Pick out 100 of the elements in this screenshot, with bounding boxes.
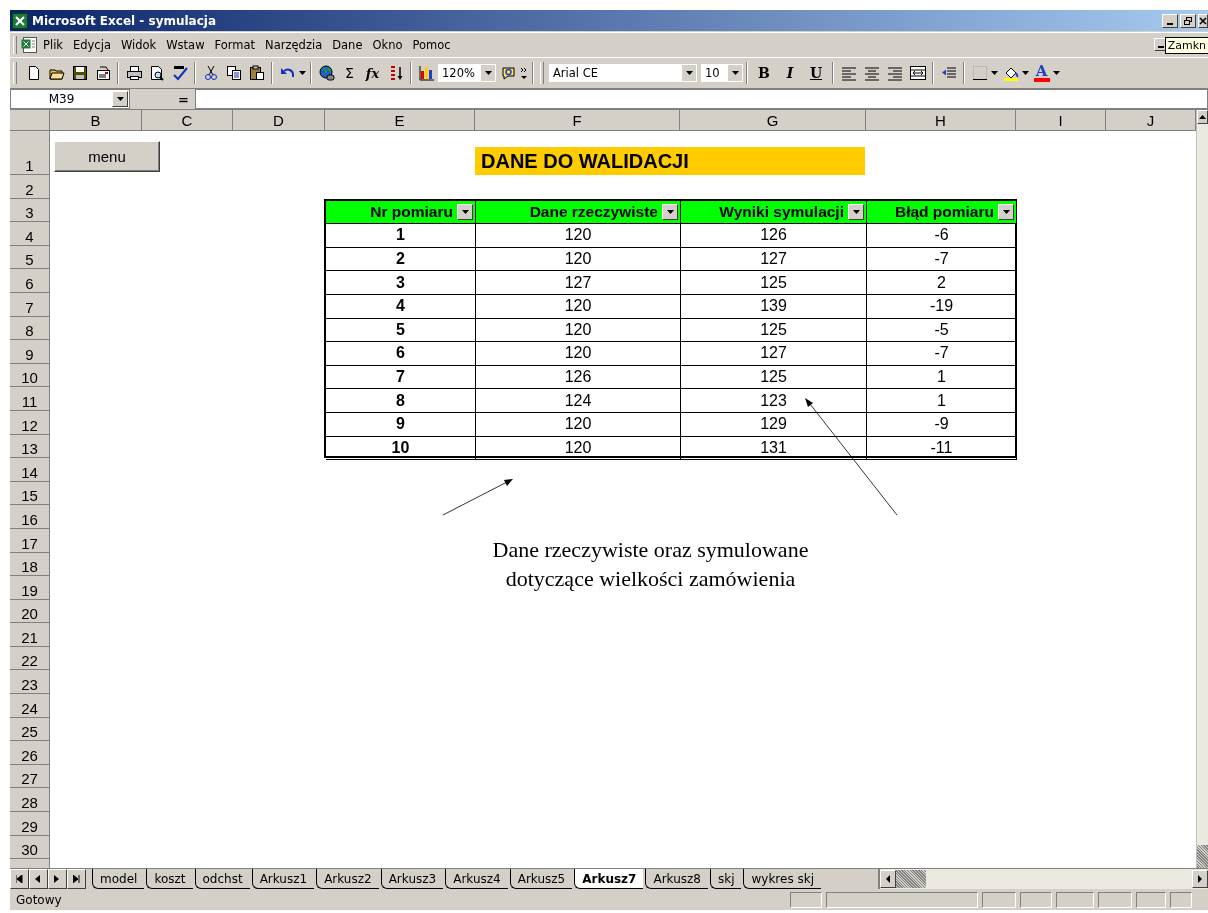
sheet-tab[interactable]: Arkusz7	[574, 869, 644, 889]
row-header[interactable]: 25	[10, 717, 50, 742]
name-box[interactable]: M39	[10, 89, 130, 109]
menu-item[interactable]: Wstaw	[161, 36, 210, 54]
mail-recipient-icon	[94, 65, 111, 81]
column-header[interactable]: F	[475, 110, 680, 131]
row-header[interactable]: 21	[10, 623, 50, 647]
row-header[interactable]: 1	[10, 131, 50, 175]
column-header[interactable]: B	[50, 110, 142, 131]
row-header[interactable]: 15	[10, 481, 50, 506]
row-header[interactable]: 5	[10, 245, 50, 270]
column-header[interactable]: E	[325, 110, 475, 131]
row-header[interactable]: 13	[10, 434, 50, 459]
menu-item[interactable]: Pomoc	[407, 36, 456, 54]
filter-dropdown-button[interactable]	[457, 203, 473, 220]
minimize-button[interactable]	[1162, 13, 1178, 28]
horizontal-scrollbar[interactable]	[878, 869, 1208, 889]
sheet-tab[interactable]: Arkusz3	[380, 869, 444, 889]
sheet-tab[interactable]: skj	[709, 869, 742, 889]
row-header[interactable]: 9	[10, 340, 50, 364]
caret-icon[interactable]	[991, 71, 998, 75]
row-header[interactable]: 28	[10, 788, 50, 813]
row-header[interactable]: 24	[10, 694, 50, 718]
menu-item[interactable]: Dane	[327, 36, 368, 54]
menu-item[interactable]: Widok	[115, 36, 162, 54]
column-header[interactable]: H	[866, 110, 1016, 131]
autosum-button[interactable]: Σ	[338, 62, 361, 84]
scroll-thumb[interactable]	[896, 870, 926, 888]
row-header[interactable]: 7	[10, 292, 50, 317]
menu-item[interactable]: Okno	[367, 36, 408, 54]
font-size-combo[interactable]: 10	[701, 64, 743, 82]
menu-item[interactable]: Format	[209, 36, 261, 54]
sheet-tab[interactable]: wykres skj	[743, 869, 821, 889]
row-header[interactable]: 2	[10, 175, 50, 199]
dropdown-arrow-icon[interactable]	[484, 71, 492, 75]
column-header[interactable]: I	[1016, 110, 1106, 131]
next-sheet-button[interactable]	[48, 869, 67, 889]
row-header[interactable]: 11	[10, 387, 50, 411]
table-cell: -19	[867, 294, 1017, 319]
menu-item[interactable]: Edycja	[68, 36, 116, 54]
function-button[interactable]: fx	[361, 62, 384, 84]
caret-icon[interactable]	[299, 71, 306, 75]
dropdown-arrow-icon[interactable]	[685, 71, 693, 75]
font-color-button[interactable]: A	[1030, 62, 1053, 84]
row-header[interactable]: 16	[10, 505, 50, 529]
menu-item[interactable]: Plik	[38, 36, 68, 54]
caret-icon[interactable]	[1022, 71, 1029, 75]
first-sheet-button[interactable]	[10, 869, 29, 889]
sheet-tab[interactable]: Arkusz4	[445, 869, 508, 889]
column-header[interactable]: D	[233, 110, 325, 131]
row-header[interactable]: 3	[10, 198, 50, 223]
sheet-tab[interactable]: Arkusz2	[316, 869, 379, 889]
row-header[interactable]: 10	[10, 363, 50, 388]
menu-button[interactable]: menu	[54, 141, 160, 172]
sheet-tab[interactable]: Arkusz1	[251, 869, 315, 889]
row-header[interactable]: 4	[10, 222, 50, 246]
close-button[interactable]	[1198, 13, 1208, 28]
previous-sheet-button[interactable]	[29, 869, 48, 889]
sheet-tab[interactable]: koszt	[146, 869, 193, 889]
sheet-tab[interactable]: odchst	[194, 869, 250, 889]
row-header[interactable]: 22	[10, 646, 50, 671]
sheet-tab[interactable]: Arkusz8	[645, 869, 708, 889]
vertical-scrollbar[interactable]	[1196, 110, 1208, 868]
column-header[interactable]: J	[1106, 110, 1196, 131]
filter-dropdown-button[interactable]	[998, 203, 1014, 220]
row-header[interactable]: 20	[10, 599, 50, 624]
row-header[interactable]: 8	[10, 316, 50, 341]
row-header[interactable]: 18	[10, 552, 50, 577]
formula-input-field[interactable]	[195, 89, 1208, 109]
underline-button[interactable]: U	[803, 62, 829, 84]
zoom-combo[interactable]: 120%	[438, 64, 496, 82]
name-box-dropdown[interactable]	[112, 91, 128, 107]
row-header[interactable]: 12	[10, 410, 50, 435]
row-header[interactable]: 26	[10, 741, 50, 765]
row-header[interactable]: 29	[10, 812, 50, 836]
last-sheet-button[interactable]	[67, 869, 86, 889]
caret-icon[interactable]	[1053, 71, 1060, 75]
filter-dropdown-button[interactable]	[662, 203, 678, 220]
column-header[interactable]: C	[142, 110, 233, 131]
filter-dropdown-button[interactable]	[848, 203, 864, 220]
row-header[interactable]: 14	[10, 458, 50, 482]
column-header[interactable]: G	[680, 110, 866, 131]
font-combo[interactable]: Arial CE	[549, 64, 697, 82]
menu-item[interactable]: Narzędzia	[260, 36, 328, 54]
dropdown-arrow-icon[interactable]	[731, 71, 739, 75]
scroll-thumb[interactable]	[1197, 844, 1208, 868]
row-header[interactable]: 17	[10, 528, 50, 553]
bold-button[interactable]: B	[751, 62, 777, 84]
italic-button[interactable]: I	[777, 62, 803, 84]
row-header[interactable]: 30	[10, 835, 50, 860]
row-header[interactable]: 19	[10, 576, 50, 600]
table-cell: -11	[867, 436, 1017, 461]
select-all-button[interactable]	[10, 110, 50, 131]
table-cell: 120	[476, 318, 681, 343]
row-header[interactable]: 27	[10, 764, 50, 789]
sheet-tab[interactable]: Arkusz5	[509, 869, 573, 889]
sheet-tab[interactable]: model	[92, 869, 145, 889]
row-header[interactable]: 6	[10, 269, 50, 293]
row-header[interactable]: 23	[10, 670, 50, 695]
restore-button[interactable]	[1180, 13, 1196, 28]
